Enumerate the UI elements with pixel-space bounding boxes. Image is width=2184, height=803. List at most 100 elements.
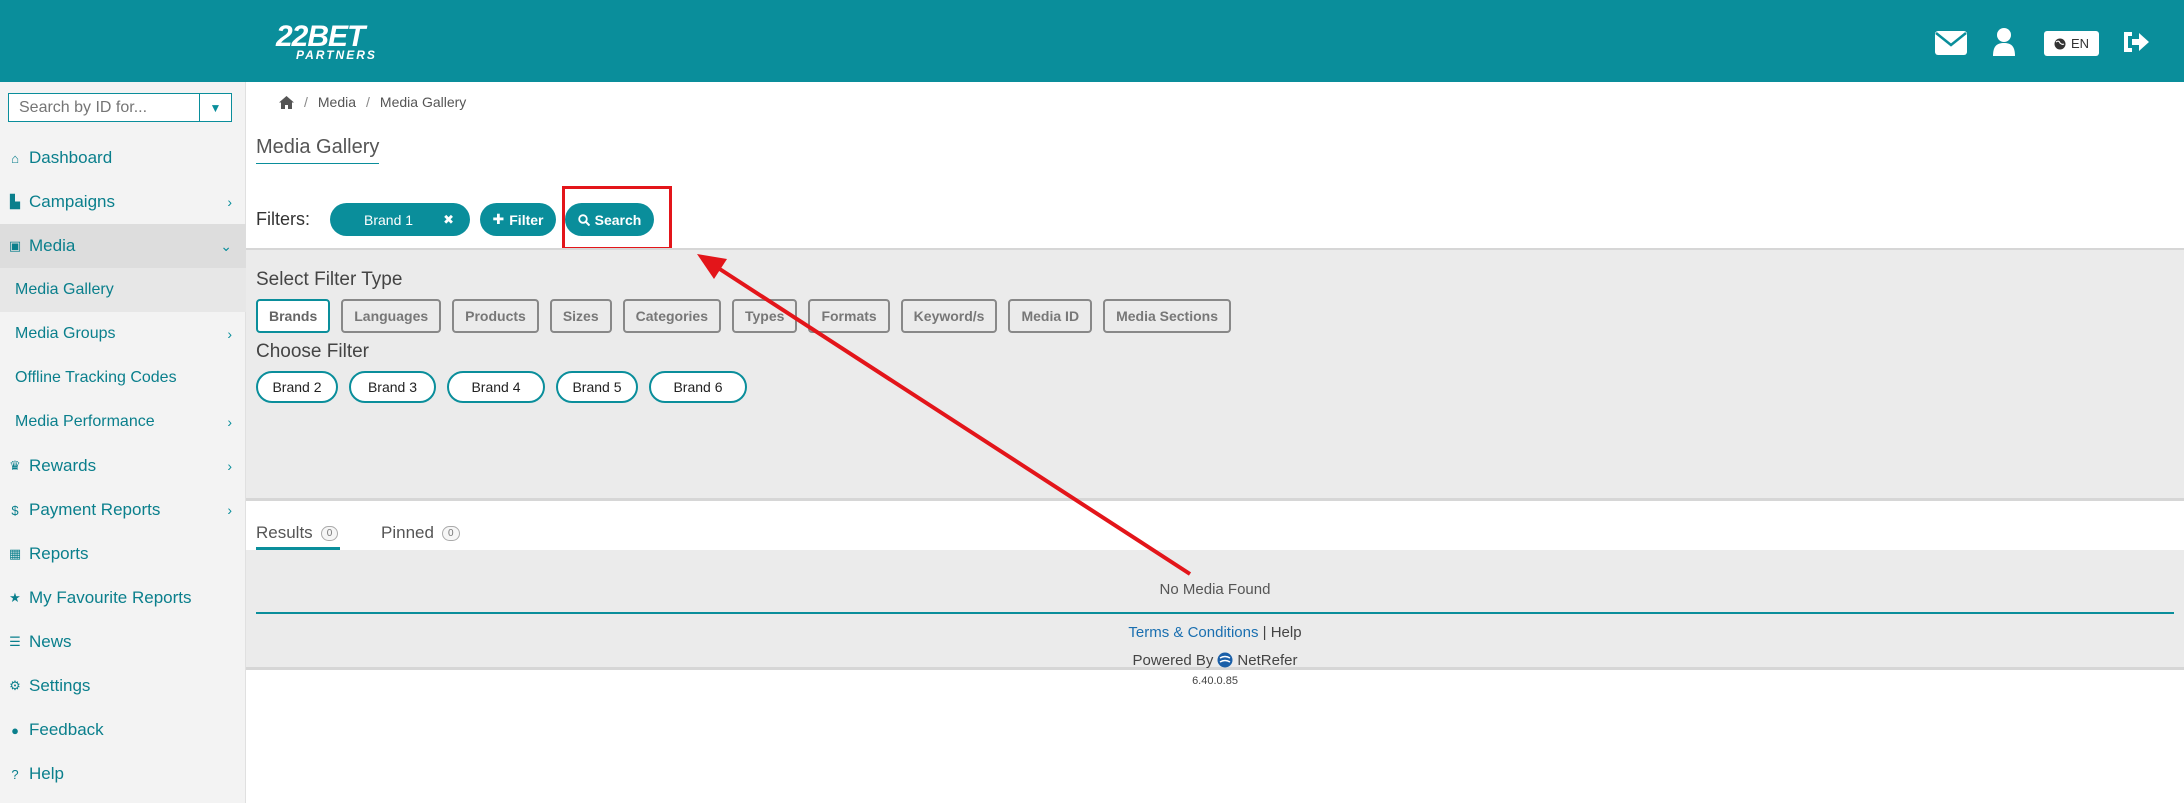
dollar-icon: $ [11, 502, 19, 518]
sidebar-item-label: Media Gallery [15, 281, 114, 298]
brand-logo[interactable]: 22BET PARTNERS [276, 22, 377, 62]
sidebar-item-settings[interactable]: ⚙ Settings [0, 664, 246, 708]
user-icon[interactable] [1993, 28, 2015, 56]
top-bar: 22BET PARTNERS EN [0, 0, 2184, 82]
filter-type-media-id[interactable]: Media ID [1008, 299, 1093, 333]
sidebar-item-help[interactable]: ? Help [0, 752, 246, 796]
sidebar-item-label: Offline Tracking Codes [15, 369, 177, 386]
select-filter-type-heading: Select Filter Type [256, 269, 403, 290]
filter-type-formats[interactable]: Formats [808, 299, 890, 333]
terms-link[interactable]: Terms & Conditions [1128, 624, 1258, 641]
sidebar-item-media[interactable]: ▣ Media ⌄ [0, 224, 246, 268]
sidebar-item-label: Media Performance [15, 413, 155, 430]
sidebar-item-label: Feedback [29, 720, 104, 739]
results-count-badge: 0 [320, 525, 339, 541]
vendor-name: NetRefer [1237, 651, 1298, 669]
sidebar-item-media-groups[interactable]: Media Groups › [0, 312, 246, 356]
language-selector[interactable]: EN [2044, 31, 2099, 56]
tab-pinned[interactable]: Pinned 0 [381, 523, 460, 543]
tab-pinned-label: Pinned [381, 523, 434, 542]
sidebar-item-rewards[interactable]: ♛ Rewards › [0, 444, 246, 488]
remove-filter-icon[interactable]: ✖ [443, 212, 454, 228]
sidebar-item-label: Campaigns [29, 192, 115, 211]
filter-type-categories[interactable]: Categories [622, 299, 721, 333]
add-filter-button[interactable]: ✚ Filter [480, 203, 556, 236]
logout-icon[interactable] [2122, 30, 2150, 54]
id-search-input[interactable] [9, 94, 199, 121]
sidebar-item-label: Media Groups [15, 325, 116, 342]
question-icon: ? [11, 766, 19, 782]
filter-type-brands[interactable]: Brands [256, 299, 331, 333]
sidebar-item-dashboard[interactable]: ⌂ Dashboard [0, 136, 246, 180]
gear-icon: ⚙ [9, 678, 21, 693]
chevron-down-icon: ⌄ [220, 237, 232, 254]
footer-separator: | [1262, 624, 1267, 641]
sidebar-item-label: Rewards [29, 456, 97, 475]
filter-type-media-sections[interactable]: Media Sections [1103, 299, 1231, 333]
home-icon[interactable] [279, 95, 294, 109]
brand-option[interactable]: Brand 4 [447, 371, 545, 403]
brand-option[interactable]: Brand 5 [556, 371, 638, 403]
sidebar-item-label: Dashboard [29, 148, 113, 167]
sidebar-item-label: Media [29, 236, 76, 255]
home-icon: ⌂ [11, 150, 19, 166]
pinned-count-badge: 0 [441, 525, 460, 541]
breadcrumb-media-gallery: Media Gallery [379, 94, 467, 110]
sidebar-item-label: News [29, 632, 72, 651]
sidebar-item-offline-tracking-codes[interactable]: Offline Tracking Codes [0, 356, 246, 400]
page-title: Media Gallery [256, 136, 380, 164]
breadcrumb-media[interactable]: Media [318, 94, 356, 110]
tab-results[interactable]: Results 0 [256, 523, 339, 543]
envelope-icon[interactable] [1935, 31, 1967, 55]
footer-divider [256, 612, 2174, 614]
filter-type-sizes[interactable]: Sizes [549, 299, 612, 333]
add-filter-label: Filter [509, 211, 544, 228]
sidebar-item-news[interactable]: ☰ News [0, 620, 246, 664]
sidebar-item-campaigns[interactable]: ▙ Campaigns › [0, 180, 246, 224]
trophy-icon: ♛ [9, 458, 21, 473]
sidebar-item-media-performance[interactable]: Media Performance › [0, 400, 246, 444]
table-icon: ▦ [8, 546, 22, 561]
list-icon: ☰ [9, 634, 21, 649]
filter-type-types[interactable]: Types [732, 299, 798, 333]
sidebar-item-media-gallery[interactable]: Media Gallery [0, 268, 246, 312]
tab-results-label: Results [256, 523, 313, 542]
active-filter-label: Brand 1 [364, 211, 414, 228]
breadcrumb-separator: / [366, 94, 370, 110]
filter-type-languages[interactable]: Languages [341, 299, 442, 333]
filter-type-products[interactable]: Products [452, 299, 539, 333]
sidebar-item-label: Payment Reports [29, 500, 161, 519]
breadcrumb-separator: / [304, 94, 308, 110]
chevron-right-icon: › [227, 194, 232, 210]
chevron-right-icon: › [227, 326, 232, 342]
brand-option[interactable]: Brand 6 [649, 371, 747, 403]
plus-icon: ✚ [492, 211, 505, 227]
help-link[interactable]: Help [1271, 624, 1302, 641]
sidebar-item-feedback[interactable]: ● Feedback [0, 708, 246, 752]
sidebar-item-reports[interactable]: ▦ Reports [0, 532, 246, 576]
no-media-message: No Media Found [1159, 581, 1271, 598]
globe-icon [2054, 38, 2066, 49]
choose-filter-heading: Choose Filter [256, 341, 369, 362]
version-label: 6.40.0.85 [1192, 675, 1238, 687]
sidebar-nav: ⌂ Dashboard ▙ Campaigns › ▣ Media ⌄ Medi… [0, 136, 246, 796]
chevron-right-icon: › [227, 458, 232, 474]
sidebar-item-my-favourite-reports[interactable]: ★ My Favourite Reports [0, 576, 246, 620]
powered-by-label: Powered By [1132, 651, 1214, 669]
caret-down-icon[interactable]: ▼ [199, 94, 231, 121]
sidebar-item-payment-reports[interactable]: $ Payment Reports › [0, 488, 246, 532]
language-label: EN [2070, 36, 2090, 51]
logo-subtext: PARTNERS [296, 48, 377, 62]
brand-option[interactable]: Brand 2 [256, 371, 338, 403]
comment-icon: ● [11, 722, 19, 738]
filters-label: Filters: [256, 209, 310, 229]
id-search: ▼ [8, 93, 232, 122]
active-filter-chip[interactable]: Brand 1 ✖ [330, 203, 470, 236]
image-icon: ▣ [8, 238, 22, 253]
annotation-highlight-box [562, 186, 672, 250]
netrefer-logo-icon [1217, 652, 1233, 668]
brand-option[interactable]: Brand 3 [349, 371, 436, 403]
sidebar-item-label: Settings [29, 676, 91, 695]
filter-type-keywords[interactable]: Keyword/s [900, 299, 998, 333]
sidebar-item-label: Help [29, 764, 64, 783]
